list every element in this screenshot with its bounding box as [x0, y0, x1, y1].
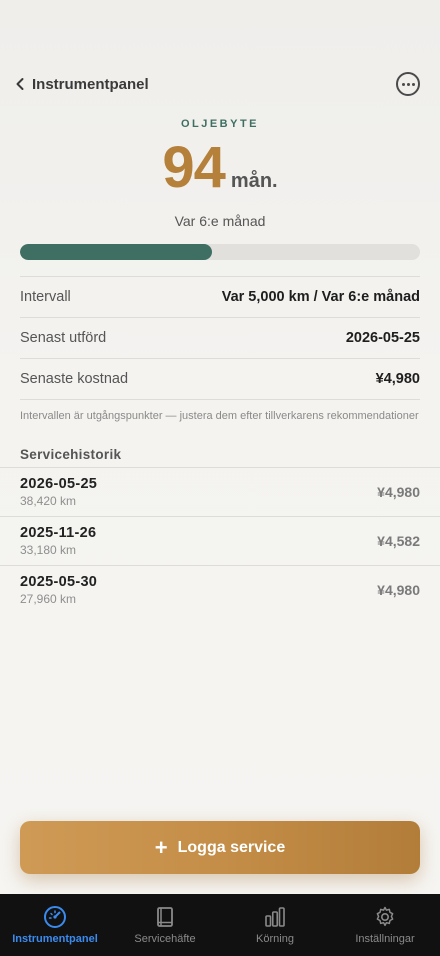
interval-subtitle: Var 6:e månad: [174, 213, 266, 229]
back-button-label: Instrumentpanel: [32, 75, 149, 93]
history-row[interactable]: 2026-05-25 38,420 km ¥4,980: [0, 467, 440, 516]
detail-value: 2026-05-25: [345, 330, 420, 346]
history-heading: Servicehistorik: [20, 447, 122, 462]
navigation-bar: Instrumentpanel: [0, 66, 440, 102]
history-mileage: 27,960 km: [20, 592, 77, 606]
tab-bar: Instrumentpanel Servicehäfte Körning Ins…: [0, 894, 440, 956]
interval-hint: Intervallen är utgångspunkter — justera …: [20, 399, 420, 423]
remaining-value: 94: [162, 135, 226, 200]
history-date: 2025-05-30: [20, 574, 98, 590]
bar-chart-icon: [265, 907, 285, 927]
back-button[interactable]: Instrumentpanel: [12, 76, 149, 93]
chevron-left-icon: [16, 78, 24, 90]
tab-label: Inställningar: [355, 933, 415, 945]
more-options-button[interactable]: [396, 72, 420, 96]
tab-service-book[interactable]: Servicehäfte: [110, 894, 220, 956]
service-history-list: 2026-05-25 38,420 km ¥4,980 2025-11-26 3…: [0, 467, 440, 614]
detail-value: ¥4,980: [375, 371, 420, 387]
log-service-button[interactable]: + Logga service: [20, 821, 420, 874]
detail-label: Intervall: [20, 289, 71, 305]
detail-row-last-cost: Senaste kostnad ¥4,980: [20, 358, 420, 399]
history-cost: ¥4,582: [377, 533, 420, 549]
service-details: Intervall Var 5,000 km / Var 6:e månad S…: [20, 276, 420, 423]
detail-label: Senaste kostnad: [20, 371, 129, 387]
tab-label: Instrumentpanel: [12, 933, 98, 945]
detail-row-interval: Intervall Var 5,000 km / Var 6:e månad: [20, 276, 420, 317]
remaining-time: 94 mån.: [0, 134, 440, 201]
history-date: 2026-05-25: [20, 476, 98, 492]
detail-row-last-done: Senast utförd 2026-05-25: [20, 317, 420, 358]
history-date: 2025-11-26: [20, 525, 97, 541]
history-mileage: 33,180 km: [20, 543, 77, 557]
ellipsis-icon: [401, 82, 405, 86]
service-type-label: OLJEBYTE: [180, 118, 260, 130]
tab-dashboard[interactable]: Instrumentpanel: [0, 894, 110, 956]
remaining-unit: mån.: [230, 170, 278, 192]
tab-settings[interactable]: Inställningar: [330, 894, 440, 956]
tab-label: Körning: [256, 933, 294, 945]
history-mileage: 38,420 km: [20, 494, 77, 508]
service-progress-fill: [20, 244, 212, 260]
service-progress-bar: [20, 244, 420, 260]
tab-driving[interactable]: Körning: [220, 894, 330, 956]
book-icon: [157, 907, 173, 927]
history-row[interactable]: 2025-05-30 27,960 km ¥4,980: [0, 565, 440, 614]
plus-icon: +: [154, 834, 168, 860]
history-cost: ¥4,980: [377, 582, 420, 598]
history-row[interactable]: 2025-11-26 33,180 km ¥4,582: [0, 516, 440, 565]
service-summary: OLJEBYTE 94 mån. Var 6:e månad: [0, 118, 440, 229]
log-service-label: Logga service: [177, 838, 286, 856]
tab-label: Servicehäfte: [134, 933, 196, 945]
history-cost: ¥4,980: [377, 484, 420, 500]
gear-icon: [376, 906, 394, 927]
gauge-icon: [44, 906, 66, 928]
detail-value: Var 5,000 km / Var 6:e månad: [221, 289, 420, 305]
detail-label: Senast utförd: [20, 330, 107, 346]
